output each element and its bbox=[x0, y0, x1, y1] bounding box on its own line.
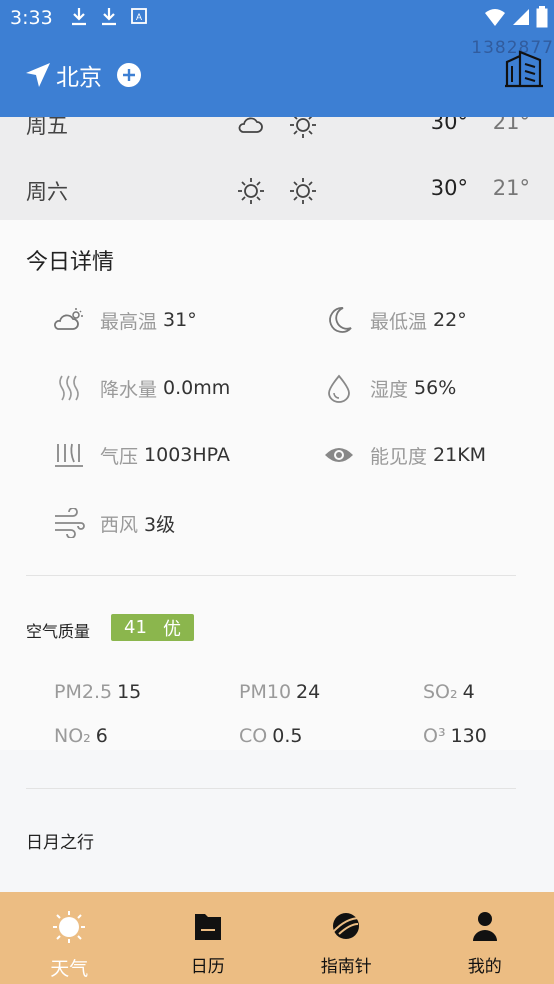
detail-humidity: 湿度 56% bbox=[322, 371, 456, 405]
aqi-level: 优 bbox=[162, 618, 181, 640]
aq-o3: O³ 130 bbox=[423, 725, 487, 747]
sun-moon-title: 日月之行 bbox=[26, 833, 94, 853]
detail-label: 西风 bbox=[100, 513, 139, 536]
download-icon bbox=[102, 8, 116, 26]
air-quality-title: 空气质量 bbox=[26, 622, 91, 641]
detail-label: 湿度 bbox=[370, 378, 409, 401]
forecast-low: 21° bbox=[492, 176, 530, 200]
nav-label: 日历 bbox=[190, 957, 225, 977]
nav-item-compass[interactable]: 指南针 bbox=[277, 892, 416, 984]
detail-label: 最低温 bbox=[370, 310, 428, 333]
sun-icon bbox=[236, 176, 266, 210]
aq-no2: NO₂ 6 bbox=[54, 725, 108, 747]
aq-value: 15 bbox=[117, 681, 142, 703]
calendar-icon bbox=[194, 914, 221, 940]
location-arrow-icon[interactable] bbox=[24, 61, 52, 89]
detail-low-temp: 最低温 22° bbox=[322, 303, 467, 337]
details-title: 今日详情 bbox=[26, 250, 115, 275]
aq-key: PM2.5 bbox=[54, 681, 113, 703]
status-notifications: A bbox=[70, 6, 148, 26]
pressure-icon bbox=[52, 438, 86, 472]
city-name[interactable]: 北京 bbox=[56, 58, 102, 92]
aq-key: CO bbox=[239, 725, 268, 747]
svg-text:A: A bbox=[136, 12, 142, 22]
sun-icon bbox=[288, 176, 318, 210]
divider bbox=[26, 788, 516, 789]
aq-pm10: PM10 24 bbox=[239, 681, 320, 703]
wifi-icon bbox=[485, 9, 505, 26]
detail-label: 气压 bbox=[100, 445, 139, 468]
cloud-sun-icon bbox=[52, 303, 86, 337]
sun-icon bbox=[53, 911, 86, 943]
divider bbox=[26, 575, 516, 576]
detail-value: 0.0mm bbox=[163, 377, 231, 399]
aqi-badge: 41 优 bbox=[111, 614, 194, 641]
status-system-icons bbox=[484, 6, 548, 28]
detail-high-temp: 最高温 31° bbox=[52, 303, 197, 337]
aq-key: O³ bbox=[423, 725, 446, 747]
moon-icon bbox=[322, 303, 356, 337]
eye-icon bbox=[322, 438, 356, 472]
detail-value: 3级 bbox=[144, 513, 176, 536]
user-icon bbox=[472, 912, 497, 941]
nav-item-calendar[interactable]: 日历 bbox=[139, 892, 278, 984]
forecast-row[interactable]: 周六 30° 21° bbox=[0, 166, 554, 216]
app-header: 3:33 A 1382877 北京 bbox=[0, 0, 554, 117]
compass-icon bbox=[332, 913, 361, 939]
aq-key: PM10 bbox=[239, 681, 292, 703]
today-details: 今日详情 最高温 31° 最低温 22° 降水量 0.0mm 湿度 56% 气压… bbox=[0, 220, 554, 750]
buildings-icon[interactable] bbox=[504, 48, 544, 88]
detail-value: 31° bbox=[163, 309, 197, 331]
wind-icon bbox=[52, 506, 86, 540]
status-time: 3:33 bbox=[10, 7, 53, 29]
forecast-list: 周五 30° 21° 周六 30° 21° bbox=[0, 100, 554, 220]
aq-co: CO 0.5 bbox=[239, 725, 302, 747]
battery-icon bbox=[536, 6, 548, 28]
aqi-value: 41 bbox=[124, 617, 147, 638]
detail-wind: 西风 3级 bbox=[52, 506, 175, 540]
detail-precipitation: 降水量 0.0mm bbox=[52, 371, 230, 405]
detail-pressure: 气压 1003HPA bbox=[52, 438, 230, 472]
detail-label: 降水量 bbox=[100, 378, 158, 401]
nav-label: 指南针 bbox=[320, 957, 372, 977]
bottom-nav: 天气 日历 指南针 我的 bbox=[0, 892, 554, 984]
aq-value: 24 bbox=[296, 681, 321, 703]
nav-label: 天气 bbox=[50, 958, 89, 980]
aq-pm25: PM2.5 15 bbox=[54, 681, 141, 703]
detail-label: 能见度 bbox=[370, 445, 428, 468]
aq-value: 130 bbox=[450, 725, 487, 747]
aq-key: NO₂ bbox=[54, 725, 91, 747]
detail-value: 56% bbox=[414, 377, 457, 399]
status-bar: 3:33 A bbox=[0, 0, 554, 36]
forecast-day: 周六 bbox=[26, 180, 68, 204]
add-circle-icon[interactable] bbox=[116, 62, 142, 88]
aq-key: SO₂ bbox=[423, 681, 458, 703]
detail-value: 1003HPA bbox=[144, 444, 230, 466]
forecast-high: 30° bbox=[430, 176, 468, 200]
nav-item-weather[interactable]: 天气 bbox=[0, 892, 139, 984]
city-selector: 北京 bbox=[24, 58, 142, 92]
aq-value: 4 bbox=[462, 681, 475, 703]
detail-value: 21KM bbox=[433, 444, 487, 466]
nav-label: 我的 bbox=[467, 957, 502, 977]
detail-visibility: 能见度 21KM bbox=[322, 438, 486, 472]
detail-value: 22° bbox=[433, 309, 467, 331]
droplet-icon bbox=[322, 371, 356, 405]
aq-value: 0.5 bbox=[272, 725, 303, 747]
font-app-icon: A bbox=[131, 8, 147, 24]
aq-value: 6 bbox=[95, 725, 108, 747]
detail-label: 最高温 bbox=[100, 310, 158, 333]
nav-item-me[interactable]: 我的 bbox=[416, 892, 554, 984]
rain-icon bbox=[52, 371, 86, 405]
aq-so2: SO₂ 4 bbox=[423, 681, 475, 703]
signal-icon bbox=[513, 9, 529, 25]
download-icon bbox=[72, 8, 86, 26]
